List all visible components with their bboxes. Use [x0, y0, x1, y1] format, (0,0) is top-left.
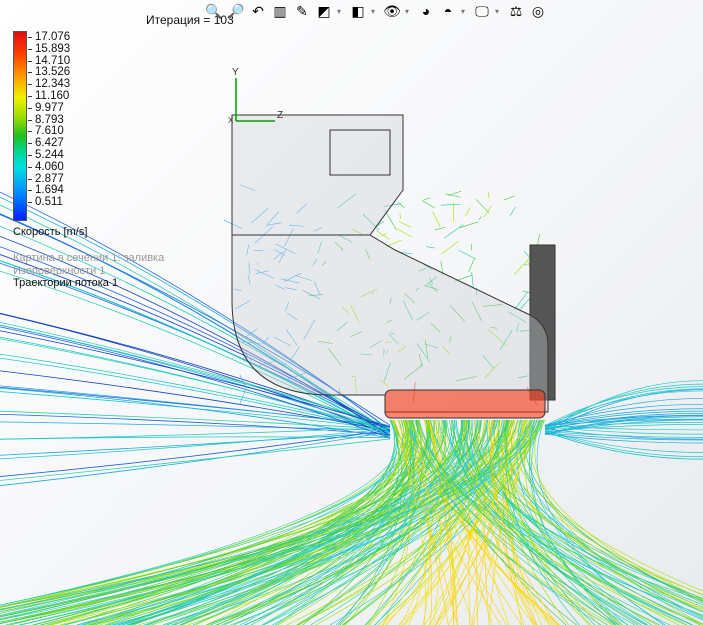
- trajectory: [483, 206, 492, 218]
- balance-icon[interactable]: ⚖: [507, 2, 525, 20]
- trajectory: [421, 200, 435, 209]
- trajectory: [517, 419, 703, 602]
- trajectory: [503, 195, 516, 201]
- trajectory: [239, 386, 247, 406]
- chevron-down-icon[interactable]: ▾: [337, 7, 345, 16]
- trajectory: [471, 272, 474, 289]
- trajectory: [425, 246, 436, 249]
- trajectory: [441, 240, 460, 255]
- chevron-down-icon[interactable]: ▾: [461, 7, 469, 16]
- legend-tick: 5.244: [27, 149, 70, 162]
- trajectory: [0, 431, 391, 456]
- axis-z-label: Z: [277, 110, 283, 121]
- trajectory: [423, 197, 431, 201]
- display-style-icon[interactable]: ◧: [349, 2, 367, 20]
- trajectory: [465, 207, 471, 217]
- legend-tick: 0.511: [27, 196, 70, 209]
- chevron-down-icon[interactable]: ▾: [495, 7, 503, 16]
- trajectory: [534, 419, 703, 625]
- trajectory: [432, 211, 441, 227]
- trajectory: [376, 230, 390, 240]
- feature-cut-plot[interactable]: Картина в сечении 1: заливка: [13, 252, 164, 264]
- trajectory: [487, 192, 490, 199]
- legend-tick: 4.060: [27, 161, 70, 174]
- trajectory: [468, 258, 475, 273]
- trajectory: [398, 202, 405, 209]
- trajectory: [531, 419, 620, 625]
- trajectory: [448, 190, 462, 196]
- axis-x-label: X: [228, 116, 234, 125]
- trajectory: [458, 249, 477, 260]
- trajectory: [434, 227, 445, 231]
- trajectory: [509, 206, 517, 217]
- trajectory: [475, 199, 490, 214]
- heads-up-toolbar: 🔍 🔎 ↶ ▥ ✎ ◩ ▾ ◧ ▾ 👁 ▾ ◕ ◓ ▾ 🖵 ▾ ⚖ ◎: [205, 0, 547, 22]
- trajectory: [510, 419, 703, 592]
- legend-ticks: 17.076 15.893 14.710 13.526 12.343 11.160 9.97…: [27, 31, 71, 209]
- trajectory: [398, 221, 411, 228]
- feature-flow-trajectories[interactable]: Траектории потока 1: [13, 277, 118, 289]
- trajectory: [443, 224, 464, 239]
- trajectory: [544, 431, 703, 460]
- trajectory: [489, 419, 703, 608]
- feature-isosurfaces[interactable]: Изоповерхности 1: [13, 265, 105, 277]
- hide-show-icon[interactable]: 👁: [383, 2, 401, 20]
- chevron-down-icon[interactable]: ▾: [371, 7, 379, 16]
- legend-tick: 15.893: [27, 42, 71, 55]
- previous-view-icon[interactable]: ↶: [249, 2, 267, 20]
- trajectory: [445, 193, 461, 198]
- apply-scene-icon[interactable]: ◓: [439, 2, 457, 20]
- section-view-icon[interactable]: ▥: [271, 2, 289, 20]
- trajectory: [514, 291, 529, 310]
- flow-visualization[interactable]: Y Z X: [0, 0, 703, 625]
- trajectory: [440, 203, 461, 206]
- trajectory: [0, 431, 391, 487]
- legend-tick: 11.160: [27, 89, 70, 102]
- axis-y-label: Y: [232, 67, 239, 78]
- legend-tick: 9.977: [27, 102, 70, 115]
- legend-unit: Скорость [m/s]: [13, 226, 88, 238]
- chevron-down-icon[interactable]: ▾: [405, 7, 413, 16]
- trajectory: [478, 216, 482, 221]
- legend-color-bar: [13, 31, 27, 221]
- trajectory: [0, 438, 391, 481]
- edit-appearance-icon[interactable]: ◕: [417, 2, 435, 20]
- trajectory: [544, 429, 703, 453]
- view-settings-icon[interactable]: 🖵: [473, 2, 491, 20]
- trajectory: [396, 228, 412, 237]
- housing-model: [231, 114, 556, 419]
- flow-results-icon[interactable]: ◎: [529, 2, 547, 20]
- dynamic-annotation-icon[interactable]: ✎: [293, 2, 311, 20]
- zoom-area-icon[interactable]: 🔎: [227, 2, 245, 20]
- trajectory: [519, 419, 703, 618]
- trajectory: [385, 210, 397, 231]
- zoom-to-fit-icon[interactable]: 🔍: [205, 2, 223, 20]
- trajectory: [0, 428, 391, 460]
- view-orientation-icon[interactable]: ◩: [315, 2, 333, 20]
